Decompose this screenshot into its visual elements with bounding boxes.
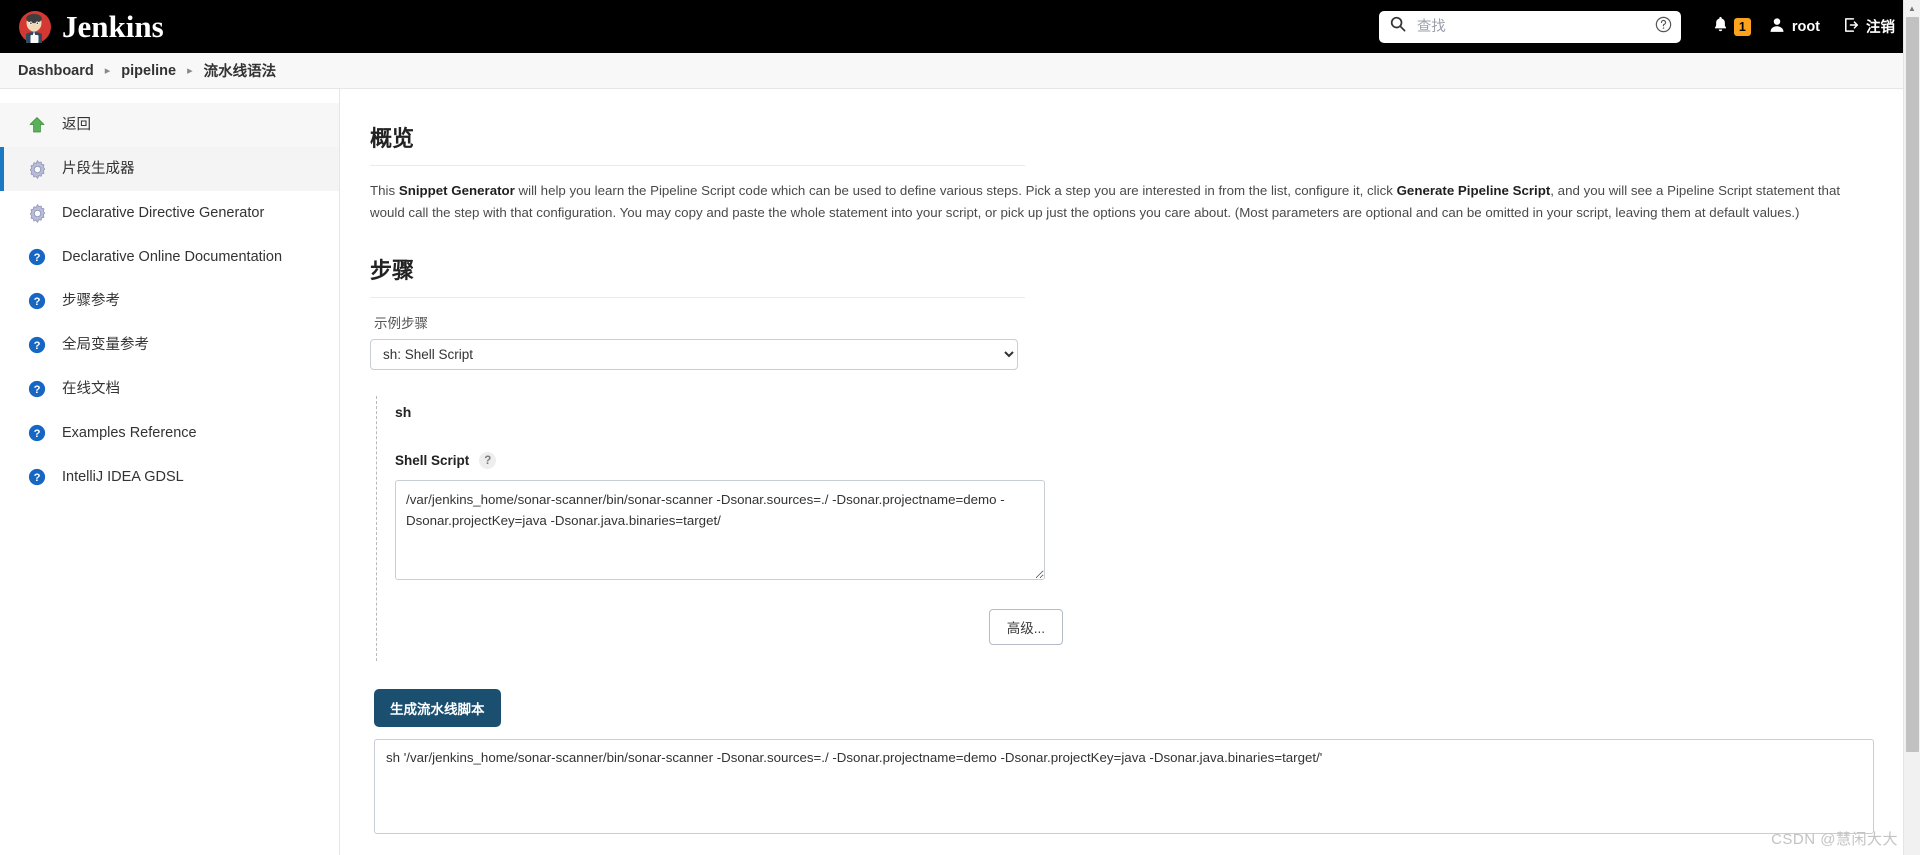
sidebar: 返回 片段生成器 Declarative Directive Generator: [0, 89, 340, 855]
sidebar-item-steps-reference[interactable]: ? 步骤参考: [0, 279, 339, 323]
search-input[interactable]: [1414, 17, 1646, 36]
sidebar-item-global-variable-reference[interactable]: ? 全局变量参考: [0, 323, 339, 367]
svg-text:?: ?: [34, 252, 41, 264]
help-circle-icon: ?: [26, 334, 48, 356]
sidebar-item-label: Declarative Online Documentation: [62, 248, 283, 265]
gear-icon: [26, 158, 48, 180]
breadcrumb-separator-icon: ▸: [104, 65, 111, 77]
svg-text:?: ?: [34, 340, 41, 352]
sidebar-item-label: 在线文档: [62, 380, 120, 397]
help-circle-icon: ?: [26, 378, 48, 400]
user-menu-button[interactable]: root: [1757, 16, 1831, 38]
step-name-label: sh: [395, 404, 412, 421]
overview-text-2: will help you learn the Pipeline Script …: [514, 183, 1397, 198]
person-icon: [1768, 16, 1786, 38]
sample-step-select[interactable]: sh: Shell Script: [370, 339, 1018, 371]
question-mark-icon[interactable]: ?: [479, 452, 497, 470]
bell-icon: [1711, 15, 1730, 39]
generate-pipeline-script-button[interactable]: 生成流水线脚本: [374, 689, 501, 728]
advanced-row: 高级...: [395, 609, 1063, 646]
user-name-label: root: [1791, 18, 1820, 35]
svg-text:?: ?: [34, 472, 41, 484]
sidebar-item-snippet-generator[interactable]: 片段生成器: [0, 147, 339, 191]
advanced-button[interactable]: 高级...: [988, 609, 1063, 646]
jenkins-butler-logo: [18, 10, 52, 44]
breadcrumb-item-pipeline[interactable]: pipeline: [121, 63, 176, 79]
breadcrumb: Dashboard ▸ pipeline ▸ 流水线语法: [0, 53, 1920, 89]
sidebar-item-declarative-online-documentation[interactable]: ? Declarative Online Documentation: [0, 235, 339, 279]
green-up-arrow-icon: [26, 114, 48, 136]
help-circle-icon: ?: [26, 422, 48, 444]
sample-step-label: 示例步骤: [374, 316, 428, 332]
step-config-panel: sh Shell Script ? 高级...: [376, 396, 1676, 662]
sidebar-item-examples-reference[interactable]: ? Examples Reference: [0, 411, 339, 455]
sidebar-item-declarative-directive-generator[interactable]: Declarative Directive Generator: [0, 191, 339, 235]
overview-bold-1: Snippet Generator: [398, 183, 515, 198]
svg-text:?: ?: [34, 296, 41, 308]
sidebar-item-label: 步骤参考: [62, 292, 120, 309]
shell-script-label-text: Shell Script: [395, 453, 470, 469]
app-header: Jenkins 查找 1 root 注销: [0, 0, 1920, 53]
generated-script-output[interactable]: [374, 739, 1874, 835]
overview-title: 概览: [370, 126, 415, 151]
sidebar-item-label: IntelliJ IDEA GDSL: [62, 468, 184, 485]
brand-title: Jenkins: [62, 8, 164, 44]
scrollbar-thumb[interactable]: [1906, 17, 1919, 752]
overview-paragraph: This Snippet Generator will help you lea…: [370, 180, 1870, 223]
notification-count-badge: 1: [1733, 17, 1751, 36]
overview-text-1: This: [370, 183, 399, 198]
svg-text:?: ?: [34, 384, 41, 396]
logout-label: 注销: [1866, 20, 1895, 36]
sidebar-item-label: 全局变量参考: [62, 336, 149, 353]
help-circle-icon: ?: [26, 290, 48, 312]
logout-button[interactable]: 注销: [1831, 16, 1906, 38]
breadcrumb-item-pipeline-syntax[interactable]: 流水线语法: [204, 60, 277, 81]
steps-title: 步骤: [370, 258, 415, 284]
shell-script-input[interactable]: [395, 480, 1045, 581]
breadcrumb-separator-icon: ▸: [187, 65, 193, 77]
help-circle-icon: ?: [26, 246, 48, 268]
scroll-up-arrow-icon[interactable]: ▲: [1904, 0, 1920, 17]
sidebar-item-back[interactable]: 返回: [0, 103, 339, 147]
search-box[interactable]: [1378, 10, 1681, 43]
svg-text:?: ?: [34, 428, 41, 440]
question-circle-icon[interactable]: [1655, 16, 1672, 38]
jenkins-home-link[interactable]: Jenkins: [18, 9, 164, 45]
sidebar-item-label: 返回: [62, 116, 91, 133]
sidebar-item-label: Examples Reference: [62, 424, 197, 441]
help-circle-icon: ?: [26, 466, 48, 488]
breadcrumb-item-dashboard[interactable]: Dashboard: [18, 63, 94, 79]
notifications-button[interactable]: 1: [1705, 15, 1757, 39]
page-scrollbar[interactable]: ▲: [1903, 0, 1920, 855]
overview-bold-2: Generate Pipeline Script: [1396, 183, 1551, 198]
steps-divider: [370, 297, 1025, 299]
steps-section: 步骤 示例步骤 sh: Shell Script sh Shell Script…: [370, 253, 1920, 835]
sidebar-item-label: 片段生成器: [62, 160, 135, 177]
sidebar-item-intellij-idea-gdsl[interactable]: ? IntelliJ IDEA GDSL: [0, 455, 339, 499]
sidebar-item-online-documentation[interactable]: ? 在线文档: [0, 367, 339, 411]
overview-divider: [370, 165, 1025, 166]
gear-icon: [26, 202, 48, 224]
shell-script-field-label: Shell Script ?: [395, 452, 1676, 470]
logout-arrow-icon: [1842, 16, 1860, 38]
main-content: 概览 This Snippet Generator will help you …: [340, 89, 1920, 855]
header-actions: 1 root 注销: [1378, 10, 1906, 43]
sidebar-item-label: Declarative Directive Generator: [62, 204, 265, 221]
search-icon: [1390, 16, 1406, 37]
